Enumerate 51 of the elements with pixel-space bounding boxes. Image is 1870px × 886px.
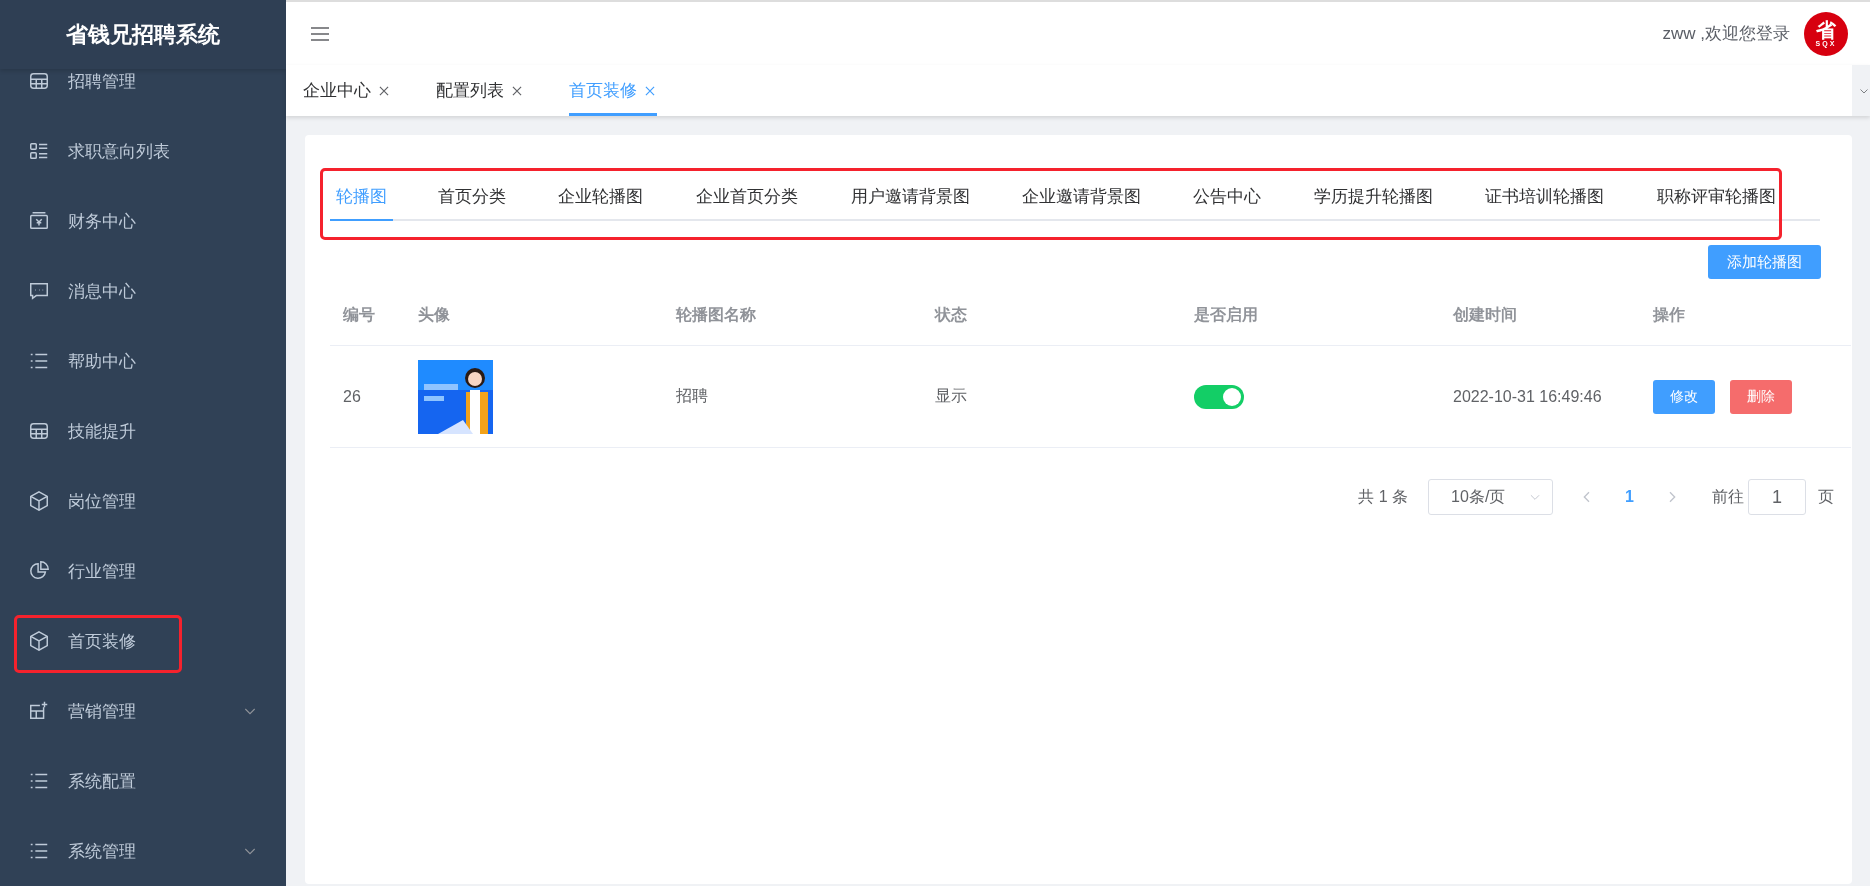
page-suffix: 页	[1818, 486, 1834, 507]
content-tab[interactable]: 企业邀请背景图	[1016, 173, 1147, 221]
list-icon	[28, 140, 50, 162]
sidebar-item[interactable]: 系统配置	[0, 746, 286, 816]
content-tab[interactable]: 职称评审轮播图	[1651, 173, 1782, 221]
content-tab[interactable]: 学历提升轮播图	[1308, 173, 1439, 221]
message-icon	[28, 280, 50, 302]
column-header: 操作	[1653, 304, 1686, 325]
table-cell-text: 26	[343, 387, 362, 406]
wallet-icon	[28, 210, 50, 232]
column-header: 状态	[935, 304, 968, 325]
sidebar-item[interactable]: 系统管理	[0, 816, 286, 886]
page-tab[interactable]: 企业中心	[303, 65, 391, 116]
column-header: 是否启用	[1194, 304, 1259, 325]
column-header: 轮播图名称	[676, 304, 757, 325]
table-icon	[28, 420, 50, 442]
add-box-icon	[28, 700, 50, 722]
sidebar-item[interactable]: 营销管理	[0, 676, 286, 746]
welcome-text: zww ,欢迎您登录	[1662, 23, 1790, 45]
content-tab[interactable]: 证书培训轮播图	[1479, 173, 1610, 221]
table-cell-text: 2022-10-31 16:49:46	[1453, 387, 1603, 406]
toggle-switch[interactable]	[1194, 384, 1244, 409]
column-header: 创建时间	[1453, 304, 1518, 325]
page-size-select[interactable]: 10条/页	[1428, 479, 1554, 515]
sidebar-item[interactable]: 财务中心	[0, 186, 286, 256]
page-input[interactable]: 1	[1748, 479, 1806, 515]
table-cell-text: 显示	[935, 386, 968, 406]
sidebar-item[interactable]: 消息中心	[0, 256, 286, 326]
content-tab[interactable]: 公告中心	[1187, 173, 1267, 221]
sidebar-item[interactable]: 岗位管理	[0, 466, 286, 536]
sidebar-item[interactable]: 帮助中心	[0, 326, 286, 396]
total-count: 共 1 条	[1358, 486, 1409, 507]
content-tab[interactable]: 用户邀请背景图	[845, 173, 976, 221]
table-icon	[28, 70, 50, 92]
cube-icon	[28, 490, 50, 512]
sidebar-item[interactable]: 求职意向列表	[0, 116, 286, 186]
goto-label: 前往	[1712, 486, 1744, 507]
sidebar-item[interactable]: 技能提升	[0, 396, 286, 466]
sidebar-item[interactable]: 首页装修	[0, 606, 286, 676]
column-header: 头像	[418, 304, 451, 325]
table-cell-text: 招聘	[676, 386, 709, 406]
pie-chart-icon	[28, 560, 50, 582]
cube-icon	[28, 630, 50, 652]
content-tab[interactable]: 企业首页分类	[690, 173, 804, 221]
sidebar-item[interactable]: 招聘管理	[0, 69, 286, 93]
column-header: 编号	[343, 304, 376, 325]
app-title: 省钱兄招聘系统	[0, 0, 286, 69]
content-tab[interactable]: 首页分类	[432, 173, 512, 221]
sidebar-item[interactable]: 行业管理	[0, 536, 286, 606]
content-tab[interactable]: 企业轮播图	[552, 173, 649, 221]
page-tab[interactable]: 配置列表	[436, 65, 524, 116]
